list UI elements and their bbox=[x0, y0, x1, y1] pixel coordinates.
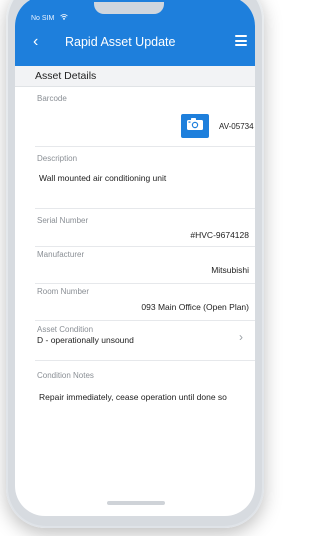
section-title: Asset Details bbox=[35, 70, 97, 82]
barcode-label: Barcode bbox=[37, 94, 67, 103]
room-number-field[interactable]: Room Number 093 Main Office (Open Plan) bbox=[15, 285, 255, 321]
barcode-field: Barcode bbox=[15, 88, 255, 148]
hamburger-menu-icon[interactable] bbox=[235, 35, 247, 46]
condition-notes-value[interactable]: Repair immediately, cease operation unti… bbox=[39, 392, 245, 402]
camera-icon bbox=[186, 117, 204, 136]
room-number-label: Room Number bbox=[37, 287, 90, 296]
manufacturer-field[interactable]: Manufacturer Mitsubishi bbox=[15, 248, 255, 284]
phone-frame: No SIM ‹ Rapid Asset Update Asset Detail… bbox=[8, 0, 262, 526]
divider bbox=[35, 208, 255, 209]
serial-number-field[interactable]: Serial Number #HVC-9674128 bbox=[15, 210, 255, 246]
chevron-left-icon: ‹ bbox=[33, 33, 39, 50]
divider bbox=[35, 146, 255, 147]
asset-condition-label: Asset Condition bbox=[37, 325, 94, 334]
home-indicator bbox=[107, 501, 165, 505]
description-value[interactable]: Wall mounted air conditioning unit bbox=[39, 173, 166, 183]
manufacturer-label: Manufacturer bbox=[37, 250, 85, 259]
serial-number-label: Serial Number bbox=[37, 216, 89, 225]
chevron-right-icon: › bbox=[239, 330, 243, 344]
barcode-value: AV-05734 bbox=[219, 122, 254, 131]
asset-condition-value: D - operationally unsound bbox=[37, 335, 134, 345]
status-bar: No SIM bbox=[31, 14, 69, 22]
divider bbox=[35, 283, 255, 284]
description-field[interactable]: Description Wall mounted air conditionin… bbox=[15, 148, 255, 208]
page-title: Rapid Asset Update bbox=[65, 35, 176, 49]
asset-details-header: Asset Details bbox=[15, 66, 255, 87]
condition-notes-field[interactable]: Condition Notes Repair immediately, ceas… bbox=[15, 362, 255, 452]
scan-barcode-button[interactable] bbox=[181, 114, 209, 138]
wifi-icon bbox=[60, 14, 69, 22]
divider bbox=[35, 246, 255, 247]
app-screen: No SIM ‹ Rapid Asset Update Asset Detail… bbox=[15, 0, 255, 516]
carrier-label: No SIM bbox=[31, 15, 55, 22]
notch bbox=[94, 2, 164, 14]
condition-notes-label: Condition Notes bbox=[37, 371, 94, 380]
asset-condition-row[interactable]: Asset Condition D - operationally unsoun… bbox=[15, 322, 255, 360]
serial-number-value[interactable]: #HVC-9674128 bbox=[190, 230, 249, 240]
back-button[interactable]: ‹ bbox=[33, 34, 38, 50]
divider bbox=[35, 360, 255, 361]
room-number-value[interactable]: 093 Main Office (Open Plan) bbox=[141, 302, 249, 312]
manufacturer-value[interactable]: Mitsubishi bbox=[211, 265, 249, 275]
divider bbox=[35, 320, 255, 321]
description-label: Description bbox=[37, 154, 78, 163]
